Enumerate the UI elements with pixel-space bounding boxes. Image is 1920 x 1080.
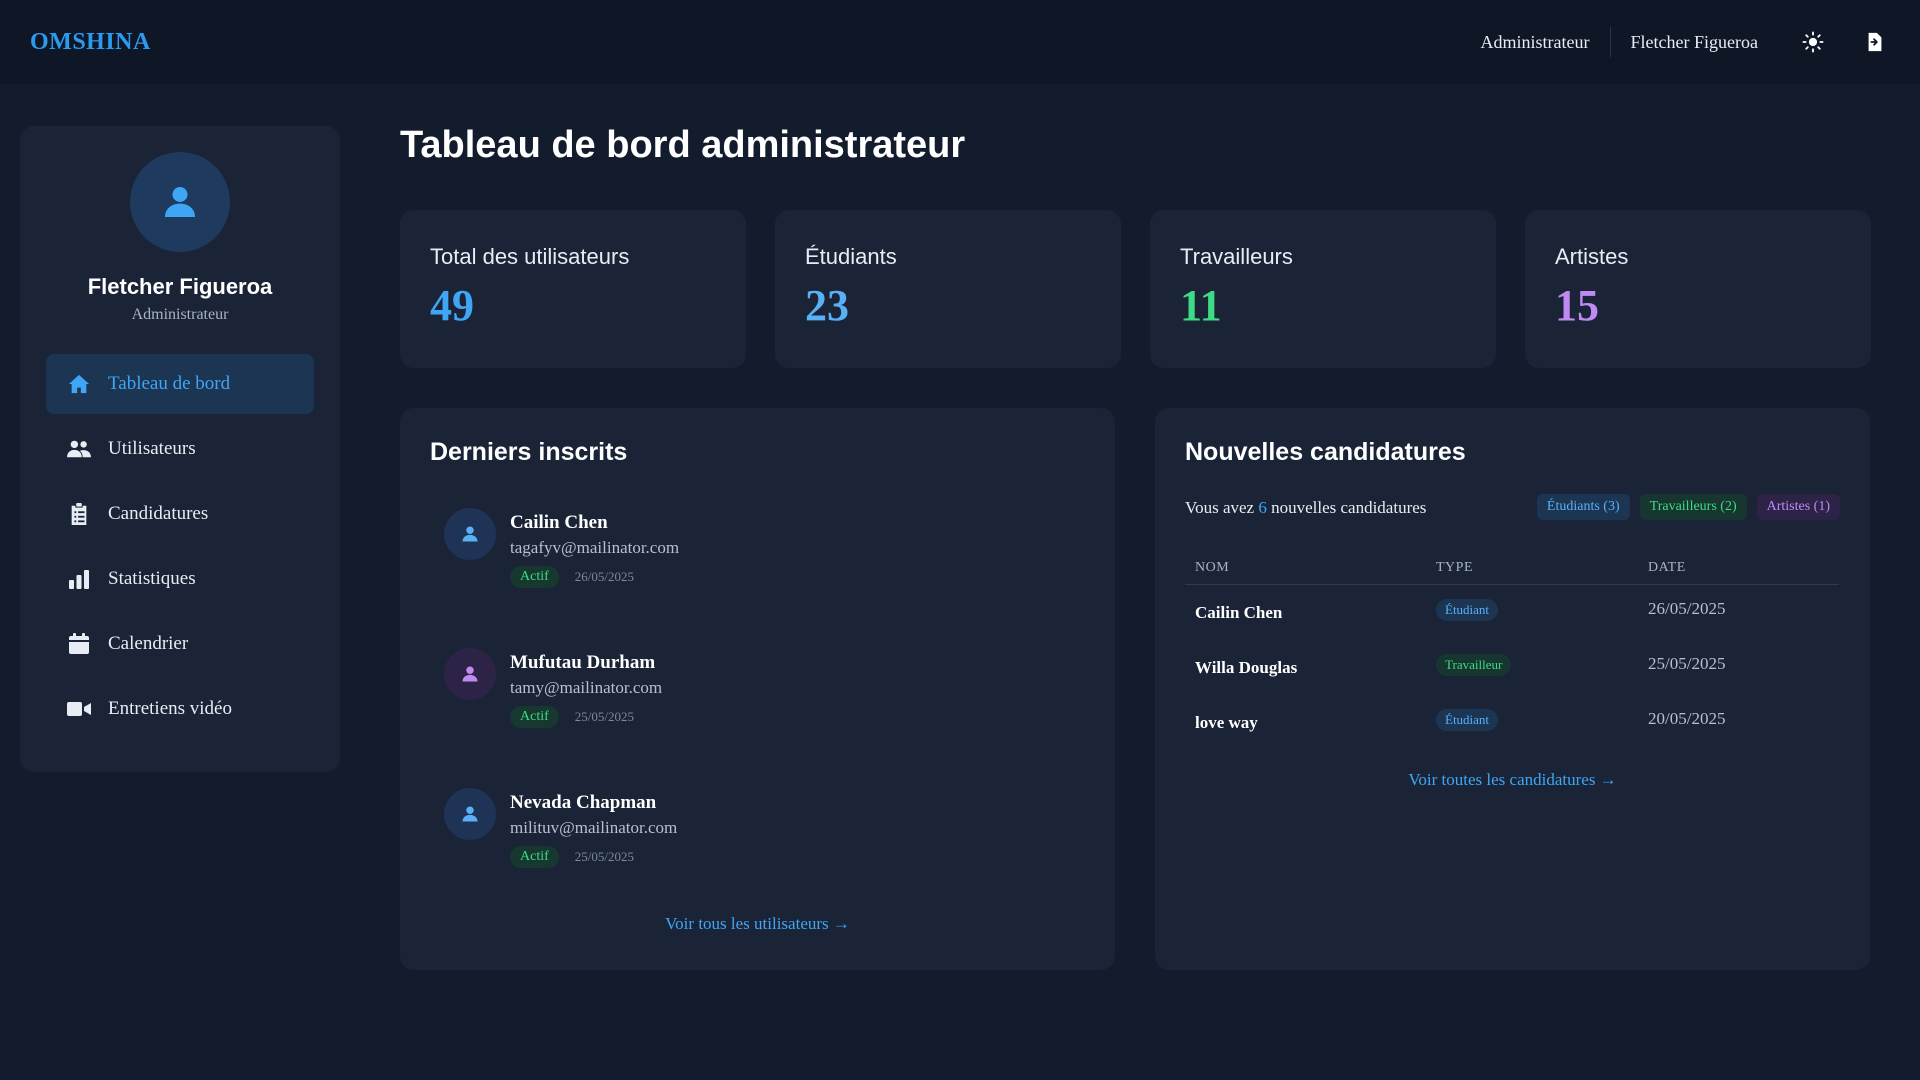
stat-label: Travailleurs	[1180, 244, 1293, 269]
sidebar-item-dashboard[interactable]: Tableau de bord	[46, 354, 314, 414]
table-row[interactable]: Cailin Chen Étudiant 26/05/2025	[1185, 585, 1839, 640]
stat-card-workers: Travailleurs 11	[1150, 210, 1496, 368]
brand-logo[interactable]: OMSHINA	[30, 29, 151, 56]
chip-students[interactable]: Étudiants (3)	[1536, 494, 1630, 520]
type-badge: Étudiant	[1436, 599, 1499, 621]
sidebar-nav: Tableau de bord Utilisateurs Candidature…	[46, 354, 314, 739]
applications-summary: Vous avez 6 nouvelles candidatures	[1185, 498, 1426, 518]
clipboard-icon	[66, 501, 92, 527]
status-badge: Actif	[510, 706, 559, 728]
stat-value: 11	[1180, 281, 1222, 330]
stat-label: Étudiants	[805, 244, 897, 269]
profile-name: Fletcher Figueroa	[87, 274, 273, 299]
sidebar-item-statistics[interactable]: Statistiques	[46, 549, 314, 609]
home-icon	[66, 371, 92, 397]
applications-panel: Nouvelles candidatures Vous avez 6 nouve…	[1155, 408, 1870, 970]
panel-title: Nouvelles candidatures	[1185, 438, 1466, 466]
user-name: Cailin Chen	[510, 512, 608, 533]
sidebar-item-label: Tableau de bord	[108, 373, 231, 394]
status-badge: Actif	[510, 566, 559, 588]
sidebar-item-video[interactable]: Entretiens vidéo	[46, 679, 314, 739]
chip-workers[interactable]: Travailleurs (2)	[1639, 494, 1747, 520]
users-icon	[66, 436, 92, 462]
view-all-users-link[interactable]: Voir tous les utilisateurs →	[665, 914, 850, 933]
stat-value: 15	[1555, 281, 1599, 330]
stat-label: Artistes	[1555, 244, 1629, 269]
view-all-applications-link[interactable]: Voir toutes les candidatures →	[1408, 770, 1616, 789]
user-icon	[462, 666, 478, 682]
sun-icon[interactable]	[1798, 27, 1828, 57]
user-email: tagafyv@mailinator.com	[510, 538, 680, 557]
application-date: 20/05/2025	[1648, 708, 1726, 728]
list-item[interactable]: Nevada Chapman milituv@mailinator.com Ac…	[444, 788, 677, 868]
user-icon	[462, 526, 478, 542]
application-name: love way	[1195, 712, 1258, 732]
top-right: Administrateur Fletcher Figueroa	[1481, 0, 1890, 84]
table-header: NOM TYPE DATE	[1185, 548, 1839, 585]
avatar	[444, 788, 496, 840]
bar-chart-icon	[66, 566, 92, 592]
user-email: tamy@mailinator.com	[510, 678, 663, 697]
sidebar-item-label: Utilisateurs	[108, 438, 196, 459]
avatar	[444, 508, 496, 560]
application-name: Willa Douglas	[1195, 657, 1298, 677]
profile-avatar	[130, 152, 230, 252]
applications-table: NOM TYPE DATE Cailin Chen Étudiant 26/05…	[1185, 548, 1839, 750]
application-date: 25/05/2025	[1648, 653, 1726, 673]
user-date: 26/05/2025	[574, 569, 634, 584]
top-bar: OMSHINA Administrateur Fletcher Figueroa	[0, 0, 1920, 84]
list-item[interactable]: Cailin Chen tagafyv@mailinator.com Actif…	[444, 508, 679, 588]
header-role: Administrateur	[1481, 27, 1611, 57]
chip-artists[interactable]: Artistes (1)	[1756, 494, 1840, 520]
application-name: Cailin Chen	[1195, 603, 1283, 622]
page-title: Tableau de bord administrateur	[400, 124, 966, 166]
user-email: milituv@mailinator.com	[510, 818, 678, 837]
stat-value: 23	[805, 281, 849, 330]
profile-role: Administrateur	[131, 306, 229, 323]
logout-icon[interactable]	[1860, 27, 1890, 57]
video-icon	[66, 696, 92, 722]
stat-card-students: Étudiants 23	[775, 210, 1121, 368]
summary-prefix: Vous avez	[1185, 498, 1255, 517]
table-row[interactable]: love way Étudiant 20/05/2025	[1185, 695, 1839, 750]
user-date: 25/05/2025	[574, 709, 634, 724]
applications-count: 6	[1258, 498, 1267, 517]
panel-title: Derniers inscrits	[430, 438, 628, 466]
calendar-icon	[66, 631, 92, 657]
column-header-type[interactable]: TYPE	[1426, 548, 1638, 585]
recent-users-panel: Derniers inscrits Cailin Chen tagafyv@ma…	[400, 408, 1115, 970]
stat-card-total-users: Total des utilisateurs 49	[400, 210, 746, 368]
table-row[interactable]: Willa Douglas Travailleur 25/05/2025	[1185, 640, 1839, 695]
sidebar-item-label: Calendrier	[108, 633, 189, 654]
sidebar-item-applications[interactable]: Candidatures	[46, 484, 314, 544]
sidebar-item-label: Candidatures	[108, 503, 209, 524]
avatar	[444, 648, 496, 700]
user-date: 25/05/2025	[574, 849, 634, 864]
column-header-date[interactable]: DATE	[1638, 548, 1839, 585]
sidebar-item-label: Statistiques	[108, 568, 196, 589]
sidebar-item-users[interactable]: Utilisateurs	[46, 419, 314, 479]
stat-card-artists: Artistes 15	[1525, 210, 1871, 368]
sidebar: Fletcher Figueroa Administrateur Tableau…	[20, 126, 340, 772]
user-icon	[462, 806, 478, 822]
stat-label: Total des utilisateurs	[430, 244, 630, 269]
filter-chips: Étudiants (3) Travailleurs (2) Artistes …	[1527, 494, 1840, 520]
summary-suffix: nouvelles candidatures	[1271, 498, 1427, 517]
user-name: Mufutau Durham	[510, 652, 656, 673]
type-badge: Étudiant	[1436, 708, 1499, 731]
stat-value: 49	[430, 281, 474, 330]
user-name: Nevada Chapman	[510, 792, 657, 813]
application-date: 26/05/2025	[1648, 599, 1726, 618]
header-user[interactable]: Fletcher Figueroa	[1611, 32, 1788, 53]
status-badge: Actif	[510, 846, 559, 868]
sidebar-item-calendar[interactable]: Calendrier	[46, 614, 314, 674]
list-item[interactable]: Mufutau Durham tamy@mailinator.com Actif…	[444, 648, 662, 728]
column-header-name[interactable]: NOM	[1185, 548, 1426, 585]
user-icon	[165, 187, 195, 217]
sidebar-item-label: Entretiens vidéo	[108, 698, 232, 719]
type-badge: Travailleur	[1436, 653, 1512, 676]
